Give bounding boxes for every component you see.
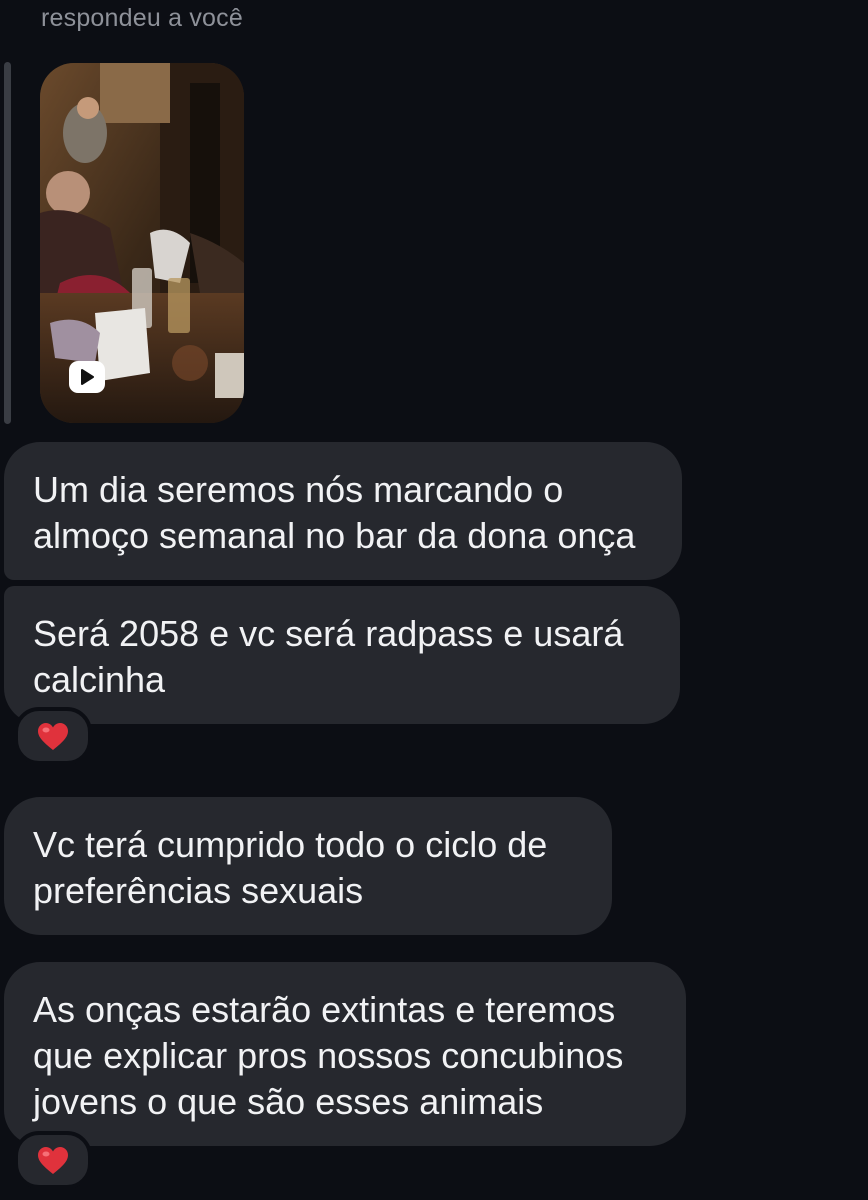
- heart-icon: [38, 722, 68, 750]
- message-bubble[interactable]: Vc terá cumprido todo o ciclo de preferê…: [4, 797, 612, 935]
- video-thumbnail[interactable]: [40, 63, 244, 423]
- heart-icon: [38, 1146, 68, 1174]
- message-bubble[interactable]: As onças estarão extintas e teremos que …: [4, 962, 686, 1146]
- message-bubble[interactable]: Um dia seremos nós marcando o almoço sem…: [4, 442, 682, 580]
- heart-reaction[interactable]: [14, 707, 92, 765]
- message-bubble[interactable]: Será 2058 e vc será radpass e usará calc…: [4, 586, 680, 724]
- reply-quote-bar: [4, 62, 11, 424]
- heart-reaction[interactable]: [14, 1131, 92, 1189]
- reply-context-label: respondeu a você: [41, 4, 243, 32]
- play-icon: [69, 361, 105, 393]
